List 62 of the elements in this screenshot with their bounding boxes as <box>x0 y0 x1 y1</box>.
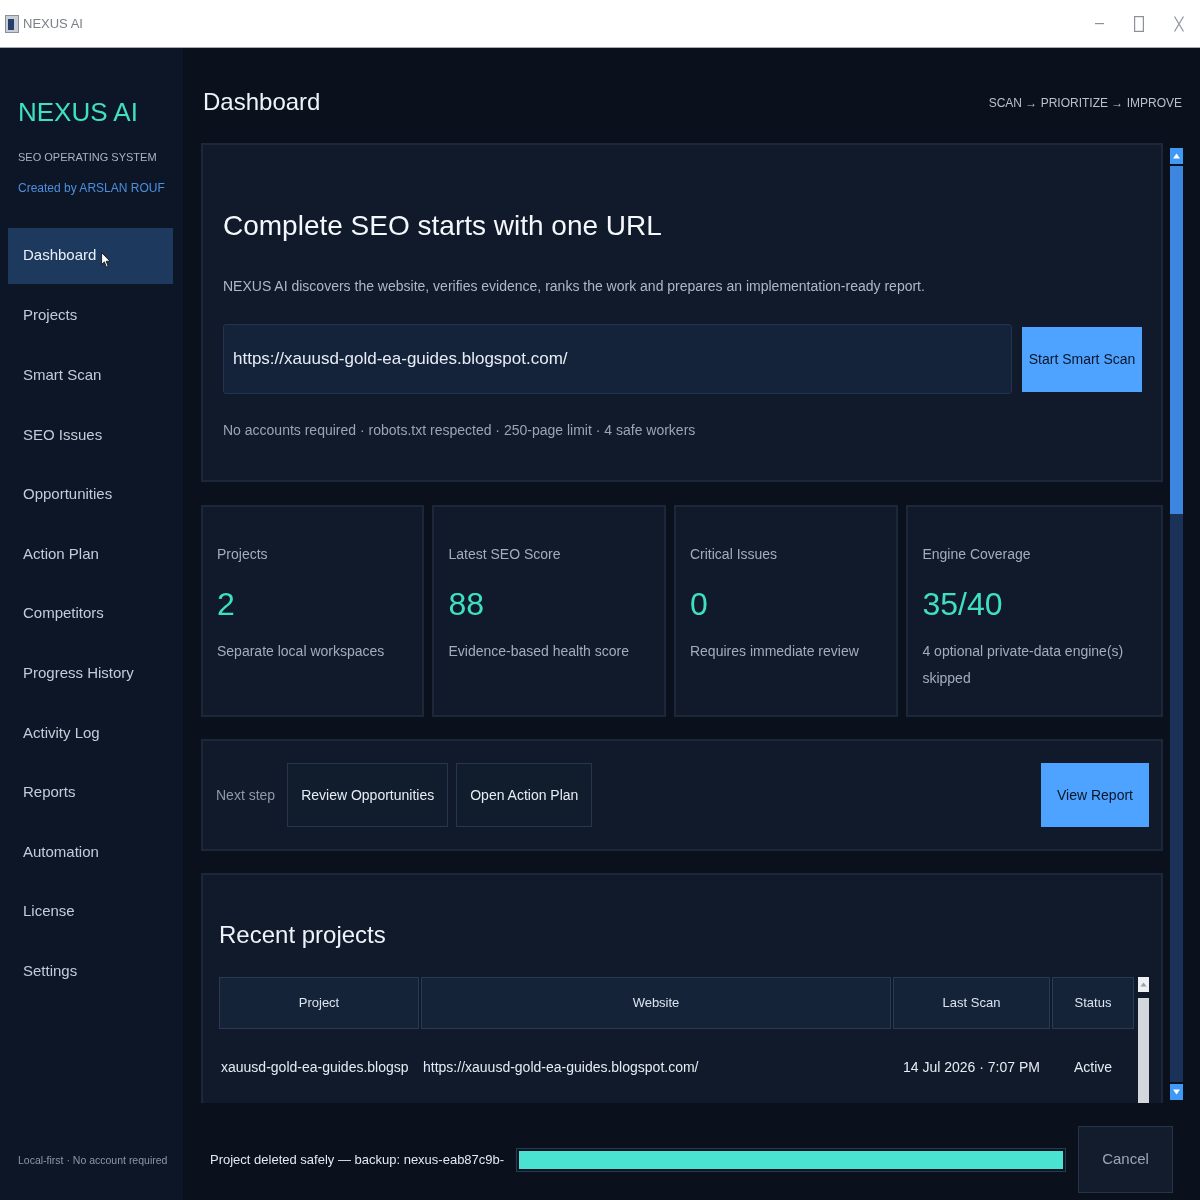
scroll-down-icon[interactable] <box>1170 1084 1183 1100</box>
stat-label: Projects <box>217 545 269 563</box>
brand-logo-text: NEXUS AI <box>18 96 139 128</box>
stat-value: 88 <box>448 585 486 623</box>
column-header[interactable]: Project <box>219 977 419 1029</box>
start-scan-button[interactable]: Start Smart Scan <box>1022 326 1142 392</box>
stat-value: 35/40 <box>922 585 1004 623</box>
nav-item[interactable]: License <box>8 883 173 940</box>
page-title: Dashboard <box>203 87 321 117</box>
cancel-button[interactable]: Cancel <box>1078 1126 1173 1193</box>
nav-item[interactable]: Action Plan <box>8 525 173 582</box>
stat-detail: Evidence-based health score <box>448 642 631 661</box>
close-icon[interactable] <box>1174 15 1184 32</box>
stat-detail: 4 optional private-data engine(s) skipped <box>922 642 1125 688</box>
credit-text: Created by ARSLAN ROUF <box>18 180 166 196</box>
brand-tagline: SEO OPERATING SYSTEM <box>18 150 158 164</box>
nav-item[interactable]: Progress History <box>8 645 173 702</box>
stat-value: 0 <box>689 585 709 623</box>
column-header[interactable]: Last Scan <box>893 977 1050 1029</box>
action-button[interactable]: Open Action Plan <box>456 763 593 827</box>
nav-item[interactable]: Competitors <box>8 585 173 642</box>
nav-item[interactable]: Automation <box>8 823 173 880</box>
nav-item[interactable]: Dashboard <box>8 228 173 284</box>
scrollbar-thumb[interactable] <box>1170 166 1183 515</box>
stat-label: Latest SEO Score <box>448 545 562 563</box>
nav-item[interactable]: Projects <box>8 287 173 344</box>
next-step-label: Next step <box>216 785 276 805</box>
nav-item[interactable]: Settings <box>8 943 173 1000</box>
minimize-icon[interactable] <box>1095 22 1104 25</box>
status-message: Project deleted safely — backup: nexus-eab87c9b- <box>210 1150 505 1169</box>
nav-item[interactable]: Activity Log <box>8 704 173 761</box>
column-header[interactable]: Status <box>1052 977 1134 1029</box>
nav-item[interactable]: Opportunities <box>8 466 173 523</box>
action-button[interactable]: Review Opportunities <box>287 763 449 827</box>
action-button[interactable]: View Report <box>1041 763 1149 827</box>
stat-detail: Requires immediate review <box>689 642 860 661</box>
scrollbar-track[interactable] <box>1170 166 1183 1082</box>
scrollbar-thumb[interactable] <box>1138 998 1149 1103</box>
app-icon <box>5 14 19 33</box>
scroll-up-icon[interactable] <box>1138 977 1149 992</box>
nav-item[interactable]: Smart Scan <box>8 347 173 404</box>
nav-item[interactable]: Reports <box>8 764 173 821</box>
stat-label: Engine Coverage <box>922 545 1032 563</box>
hero-title: Complete SEO starts with one URL <box>223 209 663 243</box>
maximize-icon[interactable] <box>1134 15 1144 32</box>
section-title: Recent projects <box>219 920 387 950</box>
table-cell-text: https://xauusd-gold-ea-guides.blogspot.com/ <box>422 1057 700 1077</box>
table-cell-text: xauusd-gold-ea-guides.blogsp <box>220 1057 410 1077</box>
window-title: NEXUS AI <box>23 14 83 33</box>
nav-item[interactable]: SEO Issues <box>8 406 173 463</box>
scroll-up-icon[interactable] <box>1170 148 1183 164</box>
column-header[interactable]: Website <box>421 977 891 1029</box>
table-cell-text: Active <box>1072 1057 1114 1077</box>
url-input[interactable]: https://xauusd-gold-ea-guides.blogspot.com/ <box>223 324 1012 394</box>
table-cell-text: 14 Jul 2026 · 7:07 PM <box>902 1057 1041 1077</box>
stat-detail: Separate local workspaces <box>217 642 386 661</box>
stat-label: Critical Issues <box>689 545 779 563</box>
hero-note: No accounts required · robots.txt respected · 250-page limit · 4 safe workers <box>223 421 697 439</box>
stat-value: 2 <box>217 585 236 623</box>
hero-description: NEXUS AI discovers the website, verifies evidence, ranks the work and prepares an implementation-ready report. <box>223 277 926 295</box>
workflow-steps: SCAN → PRIORITIZE → IMPROVE <box>988 94 1182 112</box>
sidebar-footer: Local-first · No account required <box>8 1153 173 1200</box>
